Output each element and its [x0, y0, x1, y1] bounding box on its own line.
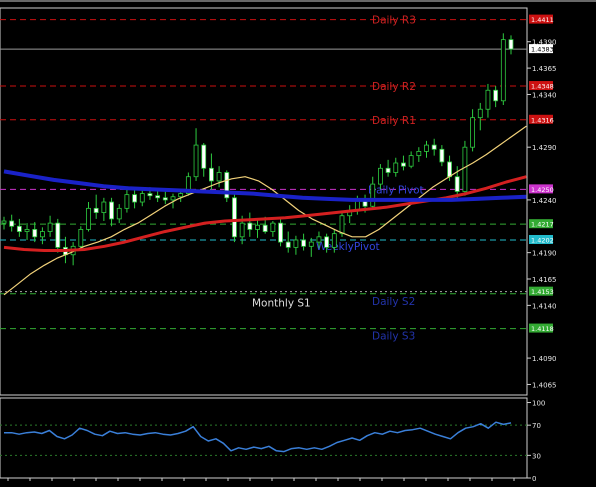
level-label: Daily S2: [372, 296, 415, 308]
candle-body: [378, 167, 383, 185]
candle-body: [500, 39, 506, 102]
candle-body: [324, 236, 330, 248]
level-price-tag-label: 1.4153: [531, 288, 554, 296]
candle-body: [1, 220, 7, 224]
candle-body: [316, 236, 322, 243]
candle-body: [301, 239, 306, 247]
price-tick-label: 1.4290: [532, 144, 557, 152]
price-tick-label: 1.4065: [532, 381, 557, 389]
level-label: Daily R1: [372, 115, 416, 127]
candle-body: [393, 162, 399, 173]
moving-average-line: [3, 125, 527, 296]
candle-body: [47, 222, 53, 232]
candle-body: [401, 162, 406, 167]
candle-body: [201, 144, 207, 169]
candle-body: [278, 222, 283, 243]
candle-body: [139, 193, 145, 203]
level-price-tag-label: 1.4316: [531, 116, 554, 124]
candle-body: [385, 167, 391, 173]
oscillator-tick-label: 30: [532, 452, 541, 460]
level-price-tag-label: 1.4383: [531, 46, 554, 54]
price-tick-label: 1.4190: [532, 250, 557, 258]
price-tick-label: 1.4340: [532, 91, 557, 99]
candle-body: [109, 201, 114, 220]
price-tick-label: 1.4165: [532, 276, 557, 284]
candle-body: [424, 144, 429, 152]
candle-body: [155, 195, 161, 199]
candle-body: [16, 225, 22, 232]
candle-body: [293, 239, 299, 248]
candle-body: [439, 148, 445, 163]
candle-body: [193, 144, 199, 178]
candle-body: [147, 193, 153, 197]
oscillator-line: [4, 421, 512, 453]
candle-body: [86, 207, 91, 230]
candle-body: [116, 207, 122, 220]
price-tick-label: 1.4365: [532, 65, 557, 73]
candle-body: [508, 39, 514, 50]
candle-body: [270, 222, 276, 232]
candle-body: [232, 197, 237, 238]
level-label: Daily R2: [372, 81, 416, 93]
candle-body: [55, 222, 61, 248]
oscillator-tick-label: 70: [532, 422, 541, 430]
level-label: Monthly S1: [252, 298, 311, 310]
candle-body: [339, 215, 345, 235]
price-tick-label: 1.4240: [532, 197, 557, 205]
candle-body: [209, 167, 214, 182]
candle-body: [485, 89, 491, 110]
candle-body: [24, 229, 30, 232]
candle-body: [132, 194, 137, 203]
candle-body: [162, 197, 168, 201]
level-price-tag-label: 1.4202: [531, 236, 554, 244]
oscillator-tick-label: 0: [532, 475, 536, 483]
candle-body: [493, 89, 499, 102]
candle-body: [247, 222, 253, 230]
level-price-tag-label: 1.4118: [531, 325, 554, 333]
candle-body: [178, 193, 184, 198]
candle-body: [216, 172, 222, 182]
candle-body: [416, 151, 422, 157]
candle-body: [78, 229, 84, 247]
candle-body: [285, 241, 291, 248]
candle-body: [170, 196, 176, 201]
candle-body: [454, 176, 460, 192]
oscillator-tick-label: 100: [532, 400, 545, 408]
chart-canvas: 1.43901.43651.43401.42901.42401.41901.41…: [0, 0, 596, 483]
level-price-tag-label: 1.4217: [531, 221, 554, 229]
candle-body: [370, 183, 376, 207]
candle-body: [124, 194, 130, 209]
candle-body: [470, 117, 475, 148]
price-tick-label: 1.4140: [532, 302, 557, 310]
candle-body: [9, 220, 15, 227]
candle-body: [32, 229, 38, 238]
candle-body: [462, 146, 468, 192]
candle-body: [331, 233, 337, 248]
candle-body: [262, 224, 268, 232]
candle-body: [40, 231, 45, 238]
candle-body: [255, 224, 260, 230]
level-label: Daily R3: [372, 15, 416, 27]
candle-body: [431, 144, 437, 150]
candle-body: [239, 222, 245, 238]
candle-body: [408, 155, 414, 167]
level-price-tag-label: 1.4250: [531, 186, 554, 194]
candle-body: [447, 161, 452, 178]
level-price-tag-label: 1.4411: [531, 16, 554, 24]
candle-body: [477, 108, 483, 119]
candle-body: [101, 201, 107, 213]
forex-chart: 1.4390 1.4365 1.4340 1.4290 1.4240 1.4190 1.41…: [0, 0, 596, 487]
candle-body: [308, 241, 314, 247]
level-label: Daily Pivot: [368, 184, 424, 196]
level-price-tag-label: 1.4348: [531, 83, 554, 91]
candle-body: [93, 207, 99, 213]
level-label: Daily S3: [372, 331, 415, 343]
price-tick-label: 1.4090: [532, 355, 557, 363]
